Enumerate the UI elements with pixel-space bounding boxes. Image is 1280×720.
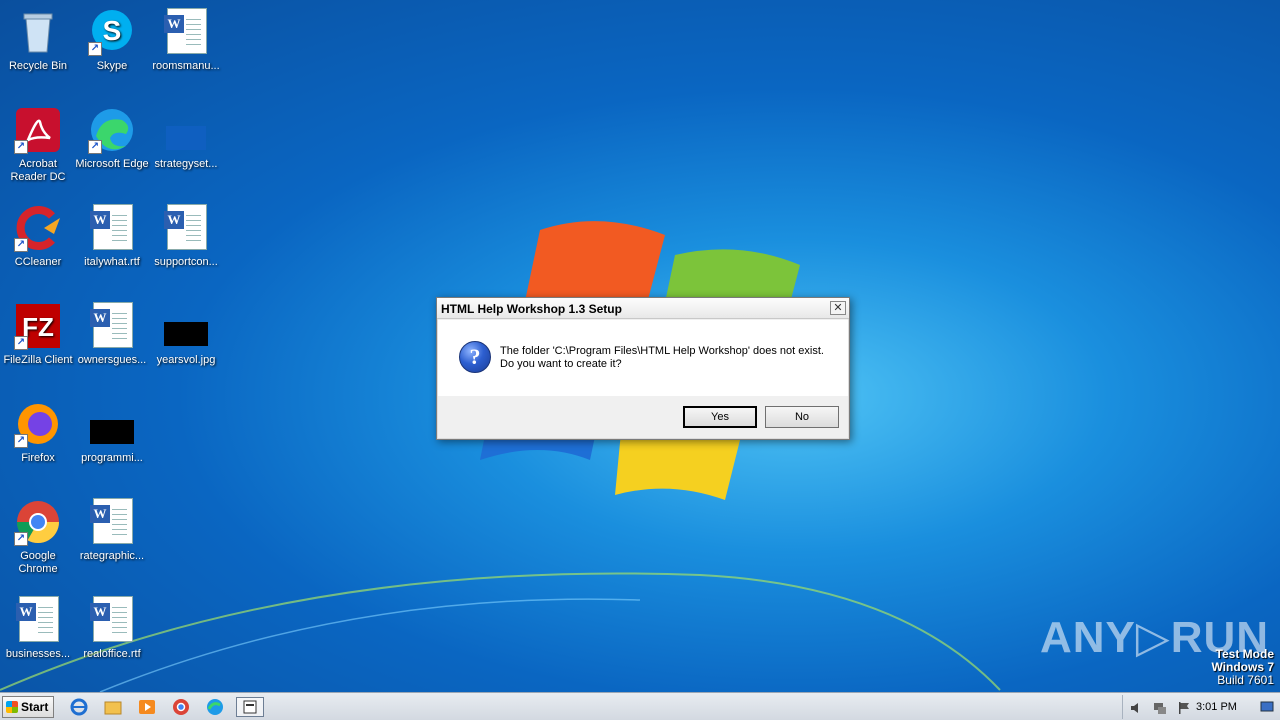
image-file-icon bbox=[162, 302, 210, 350]
taskbar-chrome-icon[interactable] bbox=[170, 697, 192, 717]
chrome-icon: ↗ bbox=[14, 498, 62, 546]
shortcut-arrow-icon: ↗ bbox=[14, 238, 28, 252]
shortcut-arrow-icon: ↗ bbox=[14, 434, 28, 448]
desktop-icon-ccleaner[interactable]: ↗ CCleaner bbox=[0, 204, 76, 269]
volume-icon[interactable] bbox=[1129, 701, 1143, 715]
file-icon bbox=[162, 106, 210, 154]
desktop-icon-realoffice[interactable]: W realoffice.rtf bbox=[74, 596, 150, 661]
desktop-icon-skype[interactable]: S ↗ Skype bbox=[74, 8, 150, 73]
word-document-icon: W bbox=[88, 302, 136, 350]
taskbar-setup-window-icon[interactable] bbox=[236, 697, 264, 717]
desktop-icon-yearsvol[interactable]: yearsvol.jpg bbox=[148, 302, 224, 367]
desktop-icon-rategraphic[interactable]: W rategraphic... bbox=[74, 498, 150, 563]
word-document-icon: W bbox=[162, 8, 210, 56]
desktop-icon-recycle-bin[interactable]: Recycle Bin bbox=[0, 8, 76, 73]
question-icon: ? bbox=[459, 341, 491, 373]
svg-text:S: S bbox=[103, 15, 122, 46]
desktop-icon-italywhat[interactable]: W italywhat.rtf bbox=[74, 204, 150, 269]
word-document-icon: W bbox=[88, 204, 136, 252]
desktop-icon-firefox[interactable]: ↗ Firefox bbox=[0, 400, 76, 465]
shortcut-arrow-icon: ↗ bbox=[88, 140, 102, 154]
word-document-icon: W bbox=[162, 204, 210, 252]
dialog-titlebar[interactable]: HTML Help Workshop 1.3 Setup ✕ bbox=[437, 298, 849, 319]
filezilla-icon: FZ ↗ bbox=[14, 302, 62, 350]
taskbar-explorer-icon[interactable] bbox=[102, 697, 124, 717]
acrobat-icon: ↗ bbox=[14, 106, 62, 154]
desktop-icon-programmi[interactable]: programmi... bbox=[74, 400, 150, 465]
desktop-icon-chrome[interactable]: ↗ Google Chrome bbox=[0, 498, 76, 576]
setup-dialog: HTML Help Workshop 1.3 Setup ✕ ? The fol… bbox=[436, 297, 850, 440]
shortcut-arrow-icon: ↗ bbox=[88, 42, 102, 56]
taskbar-ie-icon[interactable] bbox=[68, 697, 90, 717]
shortcut-arrow-icon: ↗ bbox=[14, 532, 28, 546]
desktop-icon-roomsmanu[interactable]: W roomsmanu... bbox=[148, 8, 224, 73]
word-document-icon: W bbox=[14, 596, 62, 644]
yes-button[interactable]: Yes bbox=[683, 406, 757, 428]
desktop-icon-supportcon[interactable]: W supportcon... bbox=[148, 204, 224, 269]
dialog-message: The folder 'C:\Program Files\HTML Help W… bbox=[500, 345, 824, 371]
desktop-icon-businesses[interactable]: W businesses... bbox=[0, 596, 76, 661]
start-button[interactable]: Start bbox=[2, 696, 54, 718]
ccleaner-icon: ↗ bbox=[14, 204, 62, 252]
firefox-icon: ↗ bbox=[14, 400, 62, 448]
taskbar-media-player-icon[interactable] bbox=[136, 697, 158, 717]
shortcut-arrow-icon: ↗ bbox=[14, 336, 28, 350]
desktop-icon-filezilla[interactable]: FZ ↗ FileZilla Client bbox=[0, 302, 76, 367]
show-desktop-icon[interactable] bbox=[1260, 700, 1274, 714]
windows-logo-icon bbox=[6, 701, 18, 713]
edge-icon: ↗ bbox=[88, 106, 136, 154]
test-mode-notice: Test Mode Windows 7 Build 7601 bbox=[1211, 647, 1274, 687]
desktop-icon-acrobat[interactable]: ↗ Acrobat Reader DC bbox=[0, 106, 76, 184]
skype-icon: S ↗ bbox=[88, 8, 136, 56]
taskbar-edge-icon[interactable] bbox=[204, 697, 226, 717]
word-document-icon: W bbox=[88, 498, 136, 546]
recycle-bin-icon bbox=[14, 8, 62, 56]
dialog-title: HTML Help Workshop 1.3 Setup bbox=[441, 302, 622, 316]
taskbar: Start 3:01 PM bbox=[0, 692, 1280, 720]
shortcut-arrow-icon: ↗ bbox=[14, 140, 28, 154]
message-line-2: Do you want to create it? bbox=[500, 358, 622, 370]
network-icon[interactable] bbox=[1153, 701, 1167, 715]
desktop-icon-ownersgues[interactable]: W ownersgues... bbox=[74, 302, 150, 367]
file-icon bbox=[88, 400, 136, 448]
dialog-body: ? The folder 'C:\Program Files\HTML Help… bbox=[438, 320, 848, 396]
desktop-icon-edge[interactable]: ↗ Microsoft Edge bbox=[74, 106, 150, 171]
word-document-icon: W bbox=[88, 596, 136, 644]
clock[interactable]: 3:01 PM bbox=[1196, 701, 1237, 713]
close-button[interactable]: ✕ bbox=[830, 301, 846, 315]
no-button[interactable]: No bbox=[765, 406, 839, 428]
message-line-1: The folder 'C:\Program Files\HTML Help W… bbox=[500, 345, 824, 357]
desktop-icon-strategyset[interactable]: strategyset... bbox=[148, 106, 224, 171]
action-center-flag-icon[interactable] bbox=[1177, 701, 1191, 715]
